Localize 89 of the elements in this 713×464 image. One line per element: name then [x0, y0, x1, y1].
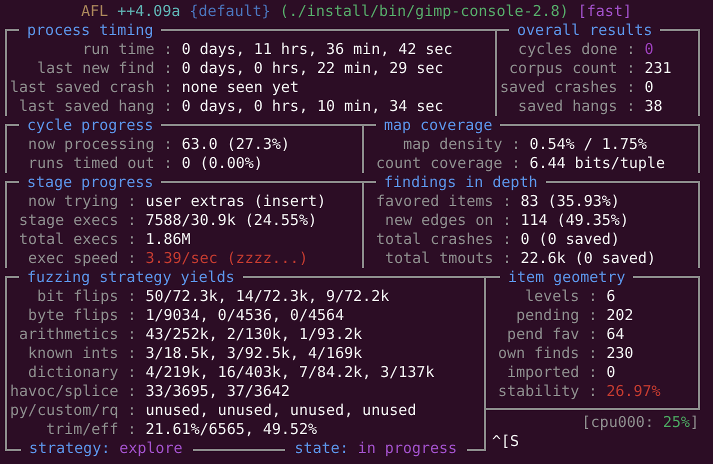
stat-value: 231	[644, 59, 672, 78]
stat-label: now trying :	[27, 192, 136, 211]
stat-value: user extras (insert)	[145, 192, 326, 211]
stat-label: own finds :	[497, 344, 598, 363]
stat-value: unused, unused, unused, unused	[145, 401, 416, 420]
stat-label: stage execs :	[18, 211, 136, 230]
escape-sequence-text: ^[S	[492, 432, 520, 450]
stat-value: 202	[606, 306, 634, 325]
stat-label: total tmouts :	[384, 249, 512, 268]
stat-value: 22.6k (0 saved)	[520, 249, 656, 268]
stat-label: favored items :	[375, 192, 512, 211]
stat-value: 64	[606, 325, 624, 344]
stat-value: 3.39/sec (zzzz...)	[145, 249, 308, 268]
title-text: {default}	[189, 2, 271, 21]
stat-label: last new find :	[36, 59, 173, 78]
stat-label: total execs :	[18, 230, 136, 249]
panel-title: stage progress	[26, 173, 154, 192]
stat-label: last saved crash :	[10, 78, 173, 97]
stat-label: pending :	[515, 306, 598, 325]
stat-label: havoc/splice :	[10, 382, 136, 401]
stat-value: 0 (0.00%)	[182, 154, 263, 173]
stat-value: 43/252k, 2/130k, 1/93.2k	[145, 325, 362, 344]
stat-label: levels :	[524, 287, 598, 306]
cpu-usage: 25%	[662, 413, 690, 432]
stat-label: imported :	[506, 363, 598, 382]
stat-value: 50/72.3k, 14/72.3k, 9/72.2k	[145, 287, 390, 306]
stat-value: 114 (49.35%)	[520, 211, 629, 230]
stat-value: 0	[644, 40, 654, 59]
stat-value: 1/9034, 0/4536, 0/4564	[145, 306, 344, 325]
stat-value: 1.86M	[145, 230, 191, 249]
stat-value: 63.0 (27.3%)	[182, 135, 290, 154]
stat-value: 0 days, 0 hrs, 10 min, 34 sec	[182, 97, 444, 116]
stat-label: dictionary :	[27, 363, 136, 382]
state-value: in progress	[358, 439, 458, 458]
panel-title: overall results	[516, 21, 654, 40]
title-text: ++4.09a	[117, 2, 180, 21]
title-text: AFL	[81, 2, 108, 21]
stat-value: 0 (0 saved)	[520, 230, 620, 249]
state-label: state:	[294, 439, 349, 458]
panel-title: process timing	[26, 21, 154, 40]
stat-label: total crashes :	[375, 230, 512, 249]
stat-label: stability :	[497, 382, 598, 401]
stat-value: none seen yet	[182, 78, 299, 97]
stat-value: 21.61%/6565, 49.52%	[145, 420, 318, 439]
stat-value: 6.44 bits/tuple	[530, 154, 665, 173]
stat-label: corpus count :	[508, 59, 636, 78]
stat-label: new edges on :	[384, 211, 512, 230]
panel-title: cycle progress	[26, 116, 154, 135]
panel-title: item geometry	[507, 268, 626, 287]
stat-value: 7588/30.9k (24.55%)	[145, 211, 318, 230]
cpu-label: [cpu000:	[582, 413, 654, 432]
panel-title: findings in depth	[383, 173, 539, 192]
stat-label: arithmetics :	[18, 325, 136, 344]
stat-value: 0 days, 0 hrs, 22 min, 29 sec	[182, 59, 444, 78]
stat-label: py/custom/rq :	[10, 401, 136, 420]
stat-value: 83 (35.93%)	[520, 192, 620, 211]
stat-label: bit flips :	[36, 287, 136, 306]
stat-label: saved crashes :	[500, 78, 636, 97]
stat-value: 33/3695, 37/3642	[145, 382, 290, 401]
stat-label: pend fav :	[506, 325, 598, 344]
stat-value: 0.54% / 1.75%	[530, 135, 647, 154]
stat-label: trim/eff :	[45, 420, 136, 439]
stat-value: 6	[606, 287, 616, 306]
stat-label: cycles done :	[517, 40, 636, 59]
stat-value: 3/18.5k, 3/92.5k, 4/169k	[145, 344, 362, 363]
stat-value: 26.97%	[606, 382, 661, 401]
title-text: [fast]	[578, 2, 632, 21]
stat-label: run time :	[81, 40, 173, 59]
strategy-value: explore	[119, 439, 183, 458]
stat-value: 4/219k, 16/403k, 7/84.2k, 3/137k	[145, 363, 434, 382]
stat-label: now processing :	[27, 135, 173, 154]
stat-label: exec speed :	[27, 249, 136, 268]
stat-label: runs timed out :	[27, 154, 173, 173]
cpu-bracket: ]	[690, 413, 699, 432]
stat-label: count coverage :	[375, 154, 521, 173]
panel-title: fuzzing strategy yields	[26, 268, 236, 287]
stat-value: 0 days, 11 hrs, 36 min, 42 sec	[182, 40, 452, 59]
stat-label: saved hangs :	[517, 97, 636, 116]
stat-value: 0	[644, 78, 654, 97]
stat-value: 230	[606, 344, 634, 363]
stat-value: 0	[606, 363, 616, 382]
stat-label: known ints :	[27, 344, 136, 363]
stat-value: 38	[644, 97, 663, 116]
stat-label: map density :	[402, 135, 521, 154]
stat-label: byte flips :	[27, 306, 136, 325]
title-text: (./install/bin/gimp-console-2.8)	[280, 2, 569, 21]
strategy-label: strategy:	[29, 439, 110, 458]
stat-label: last saved hang :	[18, 97, 173, 116]
panel-title: map coverage	[383, 116, 494, 135]
